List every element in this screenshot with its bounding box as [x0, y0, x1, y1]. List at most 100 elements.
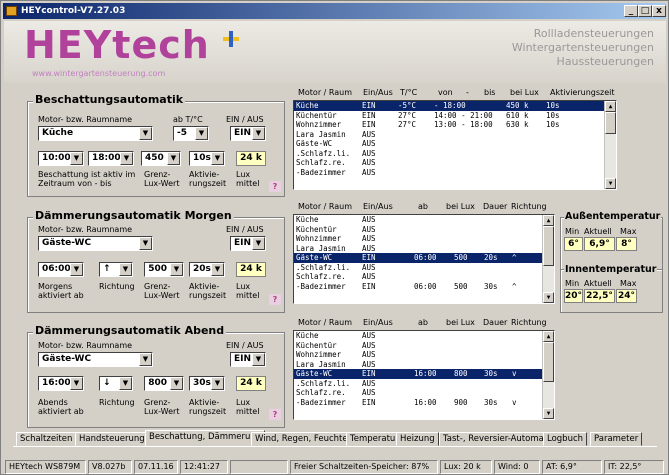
list-row[interactable]: .Schlafz.li. AUS	[294, 149, 616, 159]
lux-select[interactable]: 450 k ▼	[141, 151, 181, 166]
list-row[interactable]: Küchentür AUS	[294, 225, 554, 235]
tab-schaltzeiten[interactable]: Schaltzeiten	[16, 432, 77, 446]
list-row[interactable]: -Badezimmer AUS	[294, 168, 616, 178]
tab-handsteuerung[interactable]: Handsteuerung	[75, 432, 149, 446]
tab-beschattung-dämmerung[interactable]: Beschattung, Dämmerung	[145, 430, 266, 446]
list-row[interactable]: -Badezimmer EIN 16:00 900 30s v	[294, 398, 554, 408]
time-label: Morgens aktiviert ab	[38, 282, 84, 300]
col-header: Aktivierungszeit	[550, 88, 615, 97]
chevron-down-icon: ▼	[139, 353, 152, 366]
lux-value: 500	[148, 264, 167, 274]
scroll-down-icon[interactable]: ▼	[543, 408, 554, 419]
time-select[interactable]: 06:00 ▼	[38, 262, 84, 277]
list-row[interactable]: Küchentür AUS	[294, 341, 554, 351]
list-row[interactable]: Küche AUS	[294, 331, 554, 341]
chevron-down-icon: ▼	[139, 127, 152, 140]
cell-ea: EIN	[362, 397, 376, 407]
scrollbar[interactable]: ▲ ▼	[604, 101, 616, 189]
list-row[interactable]: Lara Jasmin AUS	[294, 244, 554, 254]
tab-temperatur[interactable]: Temperatur	[346, 432, 403, 446]
scroll-thumb[interactable]	[543, 342, 554, 382]
maximize-button[interactable]: □	[638, 5, 652, 17]
list-row[interactable]: Gäste-WC EIN 06:00 500 20s ^	[294, 253, 554, 263]
help-button[interactable]: ?	[269, 181, 281, 192]
list-row[interactable]: Wohnzimmer EIN 27°C 13:00 - 18:00 630 k 10s	[294, 120, 616, 130]
list-row[interactable]: Schlafz.re. AUS	[294, 388, 554, 398]
cell-name: .Schlafz.li.	[296, 378, 351, 388]
cell-ea: AUS	[362, 350, 376, 359]
scrollbar[interactable]: ▲ ▼	[542, 331, 554, 419]
einaus-select[interactable]: EIN ▼	[230, 126, 266, 141]
list1[interactable]: Küche EIN -5°C - 18:00 450 k 10s Küchentür EIN 2…	[293, 100, 617, 190]
tab-logbuch[interactable]: Logbuch	[543, 432, 588, 446]
lux-select[interactable]: 500 ▼	[144, 262, 184, 277]
to-time-select[interactable]: 18:00 ▼	[88, 151, 134, 166]
list-row[interactable]: Lara Jasmin AUS	[294, 130, 616, 140]
einaus-label: EIN / AUS	[226, 115, 264, 124]
list-row[interactable]: Schlafz.re. AUS	[294, 158, 616, 168]
list-row[interactable]: Wohnzimmer AUS	[294, 234, 554, 244]
tab-heizung[interactable]: Heizung	[396, 432, 439, 446]
tab-wind-regen-feuchte[interactable]: Wind, Regen, Feuchte	[251, 432, 352, 446]
aussen-min: 6°	[564, 237, 583, 251]
list-row[interactable]: Wohnzimmer AUS	[294, 350, 554, 360]
list-row[interactable]: Küche AUS	[294, 215, 554, 225]
list-row[interactable]: Küche EIN -5°C - 18:00 450 k 10s	[294, 101, 616, 111]
cell-ea: AUS	[362, 167, 376, 177]
chevron-down-icon: ▼	[119, 377, 132, 390]
app-window: HEYcontrol-V7.27.03 _ □ x HEYtech www.wi…	[0, 0, 669, 475]
list-row[interactable]: Lara Jasmin AUS	[294, 360, 554, 370]
scroll-up-icon[interactable]: ▲	[543, 331, 554, 342]
activation-select[interactable]: 30s ▼	[189, 376, 225, 391]
activation-select[interactable]: 20s ▼	[189, 262, 225, 277]
lux-select[interactable]: 800 ▼	[144, 376, 184, 391]
list-row[interactable]: Gäste-WC AUS	[294, 139, 616, 149]
einaus-select[interactable]: EIN ▼	[230, 236, 266, 251]
aktivierung-label: Aktivie-rungszeit	[189, 282, 227, 300]
scroll-thumb[interactable]	[605, 112, 616, 134]
room-select[interactable]: Küche ▼	[38, 126, 153, 141]
list-row[interactable]: Gäste-WC EIN 16:00 800 30s v	[294, 369, 554, 379]
room-select[interactable]: Gäste-WC ▼	[38, 236, 153, 251]
tab-tast-reversier-automatik[interactable]: Tast-, Reversier-Automatik	[439, 432, 559, 446]
direction-value: ↑	[103, 264, 111, 274]
chevron-down-icon: ▼	[195, 127, 208, 140]
min-label: Min	[565, 279, 580, 288]
scroll-down-icon[interactable]: ▼	[543, 292, 554, 303]
scroll-up-icon[interactable]: ▲	[605, 101, 616, 112]
cell-ea: AUS	[362, 378, 376, 388]
direction-select[interactable]: ↓ ▼	[99, 376, 133, 391]
room-select[interactable]: Gäste-WC ▼	[38, 352, 153, 367]
col-header: Motor / Raum	[298, 88, 353, 97]
list-row[interactable]: .Schlafz.li. AUS	[294, 379, 554, 389]
scroll-up-icon[interactable]: ▲	[543, 215, 554, 226]
cell-ea: AUS	[362, 234, 376, 243]
list-row[interactable]: -Badezimmer EIN 06:00 500 30s ^	[294, 282, 554, 292]
list-row[interactable]: .Schlafz.li. AUS	[294, 263, 554, 273]
scroll-down-icon[interactable]: ▼	[605, 178, 616, 189]
list-row[interactable]: Küchentür EIN 27°C 14:00 - 21:00 610 k 10s	[294, 111, 616, 121]
list-row[interactable]: Schlafz.re. AUS	[294, 272, 554, 282]
time-label: Abends aktiviert ab	[38, 398, 84, 416]
scroll-thumb[interactable]	[543, 226, 554, 266]
cell-d: 20s	[484, 253, 498, 262]
scrollbar[interactable]: ▲ ▼	[542, 215, 554, 303]
einaus-select[interactable]: EIN ▼	[230, 352, 266, 367]
list2[interactable]: Küche AUS Küchentür AUS Wohnzimmer AUS Lara Ja…	[293, 214, 555, 304]
minimize-button[interactable]: _	[624, 5, 638, 17]
col-header: T/°C	[400, 88, 418, 97]
room-value: Gäste-WC	[42, 238, 92, 248]
direction-select[interactable]: ↑ ▼	[99, 262, 133, 277]
help-button[interactable]: ?	[269, 409, 281, 420]
list3[interactable]: Küche AUS Küchentür AUS Wohnzimmer AUS Lara Ja…	[293, 330, 555, 420]
close-button[interactable]: x	[652, 5, 666, 17]
activation-select[interactable]: 10s ▼	[189, 151, 225, 166]
col-header: Richtung	[511, 318, 547, 327]
temp-select[interactable]: -5 ▼	[173, 126, 209, 141]
logo: HEYtech	[24, 23, 210, 67]
time-select[interactable]: 16:00 ▼	[38, 376, 84, 391]
from-time-select[interactable]: 10:00 ▼	[38, 151, 84, 166]
help-button[interactable]: ?	[269, 294, 281, 305]
tab-parameter[interactable]: Parameter	[590, 432, 643, 446]
einaus-value: EIN	[234, 354, 252, 364]
